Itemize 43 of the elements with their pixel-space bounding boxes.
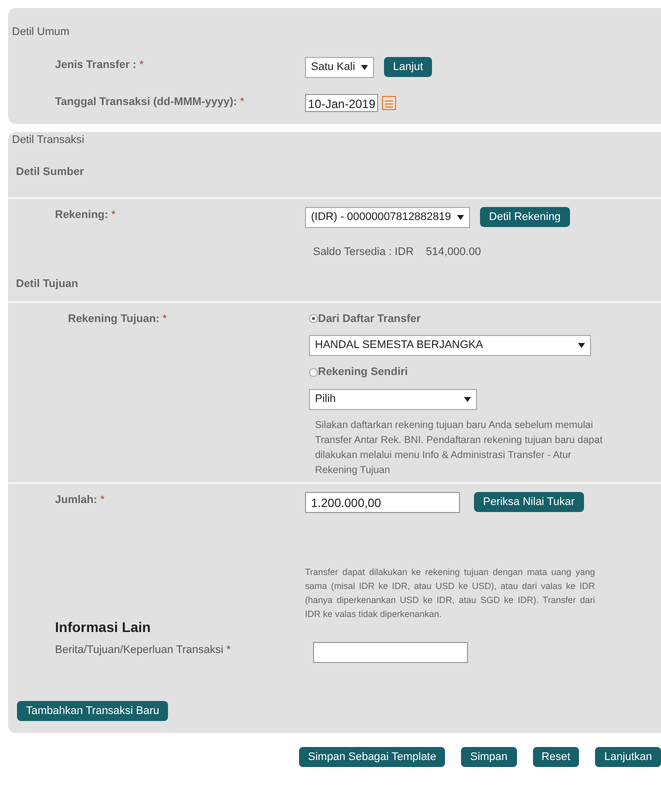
dropdown[interactable]: (IDR) - 00000007812882819: [305, 206, 470, 228]
message-field[interactable]: [313, 642, 468, 662]
save-template-button[interactable]: Simpan Sebagai Template: [299, 746, 446, 766]
required-mark: *: [111, 208, 116, 220]
section-title: Detil Sumber: [16, 165, 84, 180]
reset-button[interactable]: Reset: [532, 746, 580, 766]
required-mark: *: [162, 312, 167, 324]
required-mark: *: [139, 58, 144, 70]
caret-icon: [361, 64, 368, 70]
info-text: Transfer dapat dilakukan ke rekening tujuan dengan mata uang yang sama (misal IDR ke IDR, atau USD ke USD), atau dari valas ke IDR (hanya diperkenankan USD ke IDR, atau SGD ke IDR). Transfer dari IDR ke valas tidak diperkenankan.: [305, 566, 595, 620]
info-text: Silakan daftarkan rekening tujuan baru Anda sebelum memulai Transfer Antar Rek. BNI. Pendaftaran rekening tujuan baru dapat dilakukan melalui menu Info & Administrasi Transfer - Atur Rekening Tujuan: [314, 418, 604, 478]
required-mark: *: [240, 96, 244, 108]
calendar-icon[interactable]: [382, 96, 396, 110]
section-heading: Informasi Lain: [55, 618, 151, 636]
field-label: Tanggal Transaksi (dd-MMM-yyyy):: [55, 96, 237, 108]
dropdown[interactable]: HANDAL SEMESTA BERJANGKA: [309, 335, 591, 356]
radio-option[interactable]: Dari Daftar Transfer: [309, 310, 609, 327]
caret-icon: [464, 396, 471, 402]
add-transaction-button[interactable]: Tambahkan Transaksi Baru: [17, 700, 168, 720]
section-title: Detil Umum: [12, 25, 70, 40]
radio-button[interactable]: [309, 368, 318, 377]
field-label: Jenis Transfer :: [55, 58, 136, 70]
field-label: Rekening:: [55, 208, 108, 220]
caret-icon: [457, 214, 464, 220]
field-label: Jumlah:: [55, 494, 98, 506]
caret-icon: [578, 343, 585, 348]
section-title: Detil Transaksi: [12, 132, 84, 148]
check-rate-button[interactable]: Periksa Nilai Tukar: [474, 492, 584, 512]
continue-button[interactable]: Lanjut: [384, 57, 432, 77]
save-button[interactable]: Simpan: [461, 746, 517, 766]
continue-button[interactable]: Lanjutkan: [595, 746, 661, 766]
dropdown[interactable]: Satu Kali: [305, 56, 374, 78]
date-field[interactable]: 10-Jan-2019: [305, 94, 378, 112]
field-label: Rekening Tujuan:: [68, 312, 160, 324]
radio-option[interactable]: Rekening Sendiri: [309, 364, 609, 380]
section-title: Detil Tujuan: [16, 277, 78, 292]
field-label: Berita/Tujuan/Keperluan Transaksi *: [55, 644, 231, 656]
account-detail-button[interactable]: Detil Rekening: [480, 207, 570, 227]
radio-button[interactable]: [309, 314, 318, 324]
required-mark: *: [100, 494, 105, 506]
balance-text: Saldo Tersedia : IDR 514,000.00: [313, 244, 481, 260]
dropdown[interactable]: Pilih: [309, 388, 477, 410]
amount-field[interactable]: 1.200.000,00: [305, 492, 460, 512]
